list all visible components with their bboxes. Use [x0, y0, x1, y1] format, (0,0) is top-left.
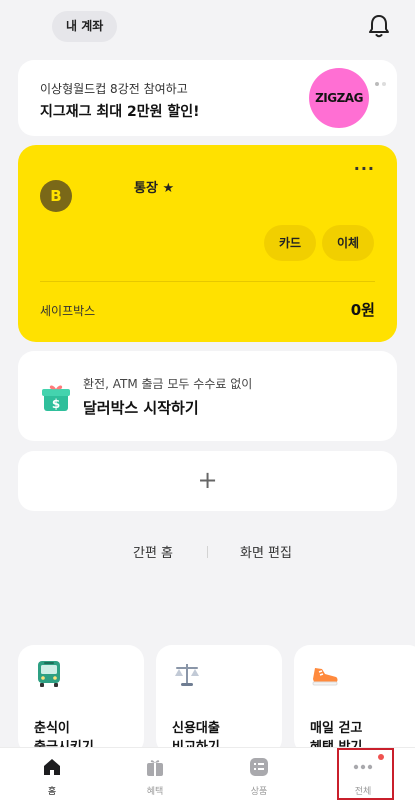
pagination-dot — [375, 82, 379, 86]
safebox-label: 세이프박스 — [40, 304, 96, 318]
promo-line: 신용대출 — [172, 721, 220, 736]
account-name: 통장 ★ — [134, 181, 175, 196]
top-bar: 내 계좌 — [0, 0, 415, 56]
sneaker-icon — [310, 659, 340, 689]
banner-subtitle: 이상형월드컵 8강전 참여하고 — [40, 82, 188, 96]
highlight-box — [337, 748, 394, 800]
transfer-button[interactable]: 이체 — [322, 225, 374, 261]
plus-icon: + — [197, 466, 218, 494]
promo-card-walking[interactable]: 매일 걷고 혜택 받기 — [294, 645, 415, 755]
separator — [207, 546, 208, 558]
dollar-box-card[interactable]: $ 환전, ATM 출금 모두 수수료 없이 달러박스 시작하기 — [18, 351, 397, 441]
banner-pagination — [372, 71, 386, 90]
promo-card-choonsik[interactable]: 춘식이 출금시키기 — [18, 645, 144, 755]
dollar-box-title: 달러박스 시작하기 — [83, 399, 199, 417]
bus-icon — [34, 659, 64, 689]
tab-home[interactable]: 홈 — [17, 748, 87, 800]
tab-label: 상품 — [250, 787, 268, 797]
list-icon — [249, 757, 269, 777]
gift-icon — [145, 757, 165, 777]
card-button[interactable]: 카드 — [264, 225, 316, 261]
bank-avatar: B — [40, 180, 72, 212]
edit-screen-link[interactable]: 화면 편집 — [240, 542, 292, 561]
tab-label: 홈 — [47, 787, 57, 797]
scale-icon — [172, 659, 202, 689]
dollar-gift-icon: $ — [41, 383, 71, 413]
event-banner[interactable]: 이상형월드컵 8강전 참여하고 지그재그 최대 2만원 할인! ZIGZAG — [18, 60, 397, 136]
more-options-button[interactable]: ··· — [354, 159, 375, 178]
zigzag-logo: ZIGZAG — [309, 68, 369, 128]
tab-benefits[interactable]: 혜택 — [120, 748, 190, 800]
tab-label: 혜택 — [146, 787, 164, 797]
home-links: 간편 홈 화면 편집 — [0, 542, 415, 562]
promo-line: 춘식이 — [34, 721, 70, 736]
add-card-button[interactable]: + — [18, 451, 397, 511]
safebox-amount: 0원 — [350, 301, 375, 319]
tab-products[interactable]: 상품 — [224, 748, 294, 800]
dollar-box-subtitle: 환전, ATM 출금 모두 수수료 없이 — [83, 377, 253, 391]
my-account-button[interactable]: 내 계좌 — [52, 11, 118, 42]
bell-icon[interactable] — [367, 13, 391, 39]
simple-home-link[interactable]: 간편 홈 — [133, 542, 173, 561]
home-icon — [42, 757, 62, 777]
divider — [40, 281, 375, 282]
promo-line: 매일 걷고 — [310, 721, 363, 736]
banner-title: 지그재그 최대 2만원 할인! — [40, 104, 200, 120]
promo-card-credit-loan[interactable]: 신용대출 비교하기 — [156, 645, 282, 755]
svg-text:$: $ — [52, 397, 60, 411]
account-card[interactable]: B 통장 ★ ··· 카드 이체 세이프박스 0원 — [18, 145, 397, 342]
pagination-dot — [382, 82, 386, 86]
